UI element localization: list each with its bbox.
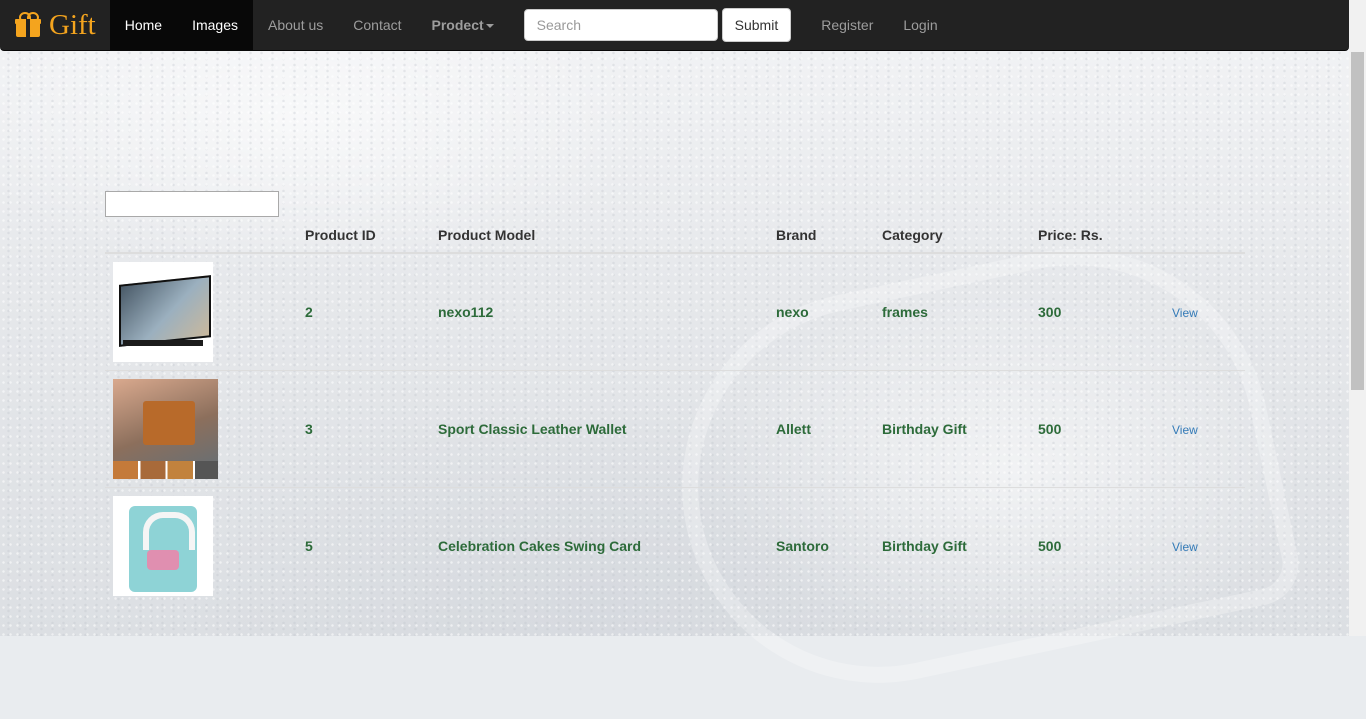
leather-wallet-image[interactable] <box>113 379 218 479</box>
brand-name: Gift <box>49 8 96 41</box>
photo-frame-image[interactable] <box>113 262 213 362</box>
product-id: 3 <box>297 370 430 488</box>
submit-button[interactable]: Submit <box>721 8 792 42</box>
nav-images[interactable]: Images <box>177 0 253 50</box>
gift-icon <box>15 12 41 38</box>
product-category: Birthday Gift <box>874 370 1030 488</box>
scrollbar-thumb[interactable] <box>1351 52 1364 390</box>
table-row: 3 Sport Classic Leather Wallet Allett Bi… <box>105 370 1245 488</box>
nav-product-label: Prodect <box>431 17 484 33</box>
cake-card-image[interactable] <box>113 496 213 596</box>
product-brand: Allett <box>768 370 874 488</box>
search-input[interactable] <box>523 9 718 41</box>
header-image <box>105 218 297 254</box>
product-image-cell <box>105 252 297 371</box>
product-brand: Santoro <box>768 487 874 604</box>
view-link[interactable]: View <box>1172 306 1198 320</box>
nav-home[interactable]: Home <box>109 0 178 50</box>
product-price: 500 <box>1030 370 1164 488</box>
nav-about[interactable]: About us <box>253 0 338 50</box>
login-link[interactable]: Login <box>888 0 952 50</box>
product-id: 5 <box>297 487 430 604</box>
search-form: Submit <box>523 8 792 42</box>
product-category: frames <box>874 252 1030 371</box>
table-row: 5 Celebration Cakes Swing Card Santoro B… <box>105 487 1245 604</box>
view-link[interactable]: View <box>1172 540 1198 554</box>
header-category: Category <box>874 218 1030 254</box>
nav-contact[interactable]: Contact <box>338 0 416 50</box>
table-row: 2 nexo112 nexo frames 300 View <box>105 252 1245 371</box>
product-brand: nexo <box>768 252 874 371</box>
action-cell: View <box>1164 252 1245 371</box>
product-category: Birthday Gift <box>874 487 1030 604</box>
vertical-scrollbar[interactable] <box>1349 0 1366 636</box>
product-price: 500 <box>1030 487 1164 604</box>
product-model: Sport Classic Leather Wallet <box>430 370 768 488</box>
table-header-row: Product ID Product Model Brand Category … <box>105 218 1245 254</box>
register-link[interactable]: Register <box>806 0 888 50</box>
view-link[interactable]: View <box>1172 423 1198 437</box>
products-table: Product ID Product Model Brand Category … <box>105 218 1245 604</box>
product-image-cell <box>105 370 297 488</box>
table-filter-input[interactable] <box>105 191 279 217</box>
account-links: Register Login <box>806 0 952 50</box>
header-price: Price: Rs. <box>1030 218 1164 254</box>
header-action <box>1164 218 1245 254</box>
header-brand: Brand <box>768 218 874 254</box>
nav-product-dropdown[interactable]: Prodect <box>417 0 509 50</box>
top-navbar: Gift Home Images About us Contact Prodec… <box>0 0 1349 51</box>
product-model: Celebration Cakes Swing Card <box>430 487 768 604</box>
product-image-cell <box>105 487 297 604</box>
header-product-model: Product Model <box>430 218 768 254</box>
action-cell: View <box>1164 370 1245 488</box>
product-id: 2 <box>297 252 430 371</box>
product-model: nexo112 <box>430 252 768 371</box>
product-price: 300 <box>1030 252 1164 371</box>
header-product-id: Product ID <box>297 218 430 254</box>
brand-logo[interactable]: Gift <box>0 0 110 50</box>
caret-down-icon <box>485 24 494 29</box>
action-cell: View <box>1164 487 1245 604</box>
